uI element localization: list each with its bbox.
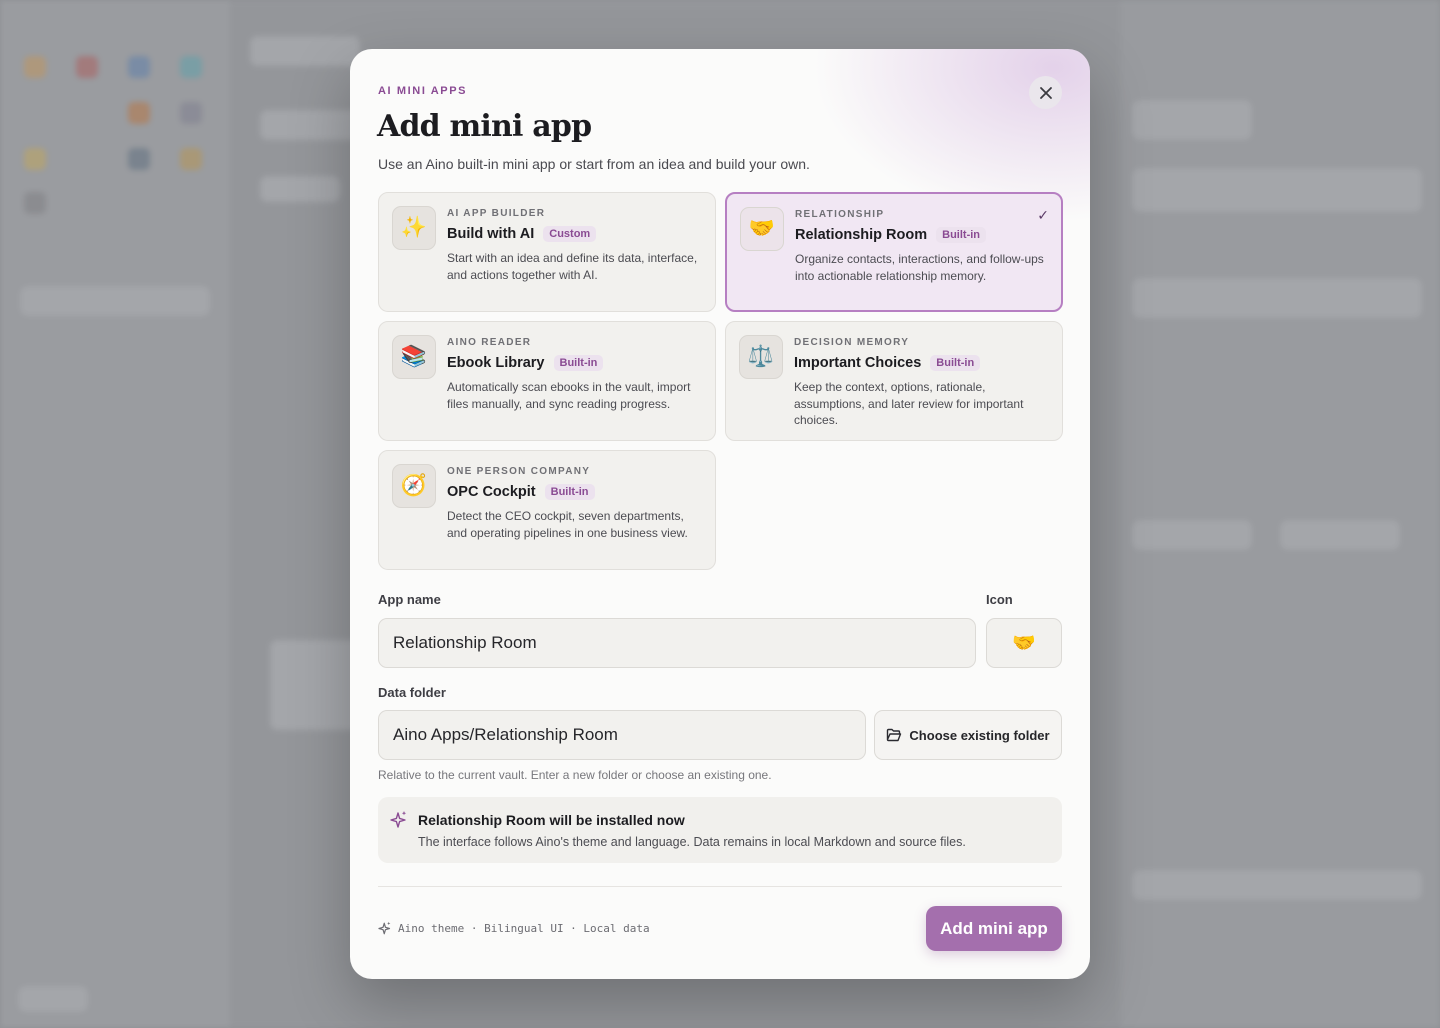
icon-picker[interactable]: 🤝 [986,618,1062,668]
data-folder-hint: Relative to the current vault. Enter a n… [378,768,772,782]
card-badge: Built-in [930,355,981,371]
card-description: Detect the CEO cockpit, seven department… [447,509,688,540]
add-mini-app-button[interactable]: Add mini app [926,906,1062,951]
folder-open-icon [887,728,902,742]
data-folder-input[interactable] [378,710,866,760]
close-button[interactable] [1029,76,1062,109]
card-description: Automatically scan ebooks in the vault, … [447,380,691,411]
data-folder-label: Data folder [378,685,446,700]
card-badge: Built-in [553,355,604,371]
app-name-label: App name [378,592,441,607]
handshake-icon: 🤝 [1012,633,1036,654]
mini-app-card-grid: ✨ AI APP BUILDER Build with AI Custom Sta… [378,192,1063,572]
close-icon [1039,86,1052,99]
card-name: Build with AI [447,226,535,242]
card-build-with-ai[interactable]: ✨ AI APP BUILDER Build with AI Custom Sta… [378,192,716,312]
notice-description: The interface follows Aino's theme and l… [418,835,966,849]
background-right-panel [1120,0,1440,1028]
choose-folder-button[interactable]: Choose existing folder [874,710,1062,760]
card-ebook-library[interactable]: 📚 AINO READER Ebook Library Built-in Auto… [378,321,716,441]
card-category: AI APP BUILDER [447,208,546,219]
card-description: Start with an idea and define its data, … [447,251,698,282]
card-name: Important Choices [794,355,922,371]
choose-folder-label: Choose existing folder [909,727,1050,743]
card-category: RELATIONSHIP [795,209,885,220]
card-category: DECISION MEMORY [794,337,910,348]
handshake-icon: 🤝 [740,207,784,251]
footer-note: Aino theme · Bilingual UI · Local data [378,921,650,936]
app-name-input[interactable] [378,618,976,668]
card-important-choices[interactable]: ⚖️ DECISION MEMORY Important Choices Buil… [725,321,1063,441]
background-sidebar [0,0,230,1028]
card-category: ONE PERSON COMPANY [447,466,591,477]
card-description: Organize contacts, interactions, and fol… [795,252,1044,283]
compass-icon: 🧭 [392,464,436,508]
notice-title: Relationship Room will be installed now [418,812,685,828]
dialog-title: Add mini app [377,109,592,144]
card-name: OPC Cockpit [447,484,536,500]
footer-note-text: Aino theme · Bilingual UI · Local data [398,922,650,935]
dialog-subtitle: Use an Aino built-in mini app or start f… [378,156,810,172]
add-mini-app-dialog: AI MINI APPS Add mini app Use an Aino bu… [350,49,1090,979]
books-icon: 📚 [392,335,436,379]
sparkle-icon [390,811,407,828]
card-relationship-room[interactable]: 🤝 RELATIONSHIP Relationship Room Built-in… [725,192,1063,312]
check-icon: ✓ [1037,207,1049,223]
card-name: Relationship Room [795,227,928,243]
install-notice: Relationship Room will be installed now … [378,797,1062,863]
sparkles-icon: ✨ [392,206,436,250]
footer-divider [378,886,1062,887]
card-name: Ebook Library [447,355,545,371]
dialog-eyebrow: AI MINI APPS [378,85,468,97]
card-description: Keep the context, options, rationale, as… [794,380,1024,427]
card-badge: Built-in [936,227,987,243]
scales-icon: ⚖️ [739,335,783,379]
card-category: AINO READER [447,337,532,348]
card-badge: Custom [543,226,597,242]
sparkle-icon [378,921,391,935]
icon-label: Icon [986,592,1013,607]
card-badge: Built-in [544,484,595,500]
card-opc-cockpit[interactable]: 🧭 ONE PERSON COMPANY OPC Cockpit Built-in… [378,450,716,570]
